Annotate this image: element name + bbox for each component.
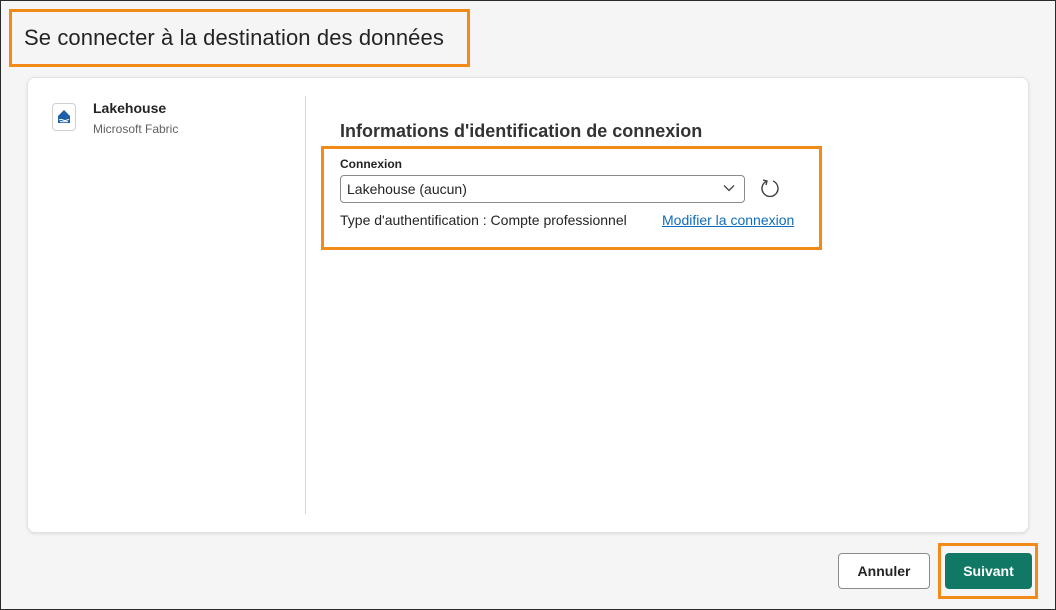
source-name: Lakehouse xyxy=(93,100,167,116)
dialog-title: Se connecter à la destination des donnée… xyxy=(24,25,444,50)
refresh-icon[interactable] xyxy=(759,177,781,199)
lakehouse-icon xyxy=(52,103,76,131)
pane-divider xyxy=(305,96,306,514)
credentials-section-title: Informations d'identification de connexi… xyxy=(340,121,703,141)
connection-label: Connexion xyxy=(340,157,402,171)
source-pane: Lakehouse Microsoft Fabric xyxy=(28,78,306,532)
title-highlight: Se connecter à la destination des donnée… xyxy=(9,9,470,67)
chevron-down-icon xyxy=(723,185,735,192)
next-button[interactable]: Suivant xyxy=(945,553,1032,589)
auth-type-text: Type d'authentification : Compte profess… xyxy=(340,212,627,228)
modify-connection-link[interactable]: Modifier la connexion xyxy=(662,212,794,228)
source-provider: Microsoft Fabric xyxy=(93,122,179,136)
dialog-frame: Se connecter à la destination des donnée… xyxy=(0,0,1056,610)
connection-dropdown-value: Lakehouse (aucun) xyxy=(347,181,467,197)
cancel-button[interactable]: Annuler xyxy=(838,553,930,589)
connection-dropdown[interactable]: Lakehouse (aucun) xyxy=(340,175,745,203)
